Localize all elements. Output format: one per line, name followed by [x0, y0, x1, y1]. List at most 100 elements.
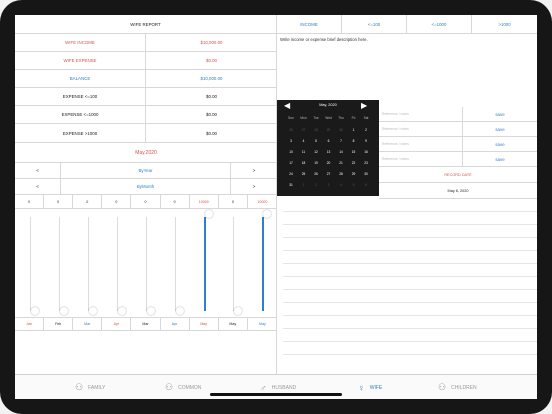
- app-screen: WIFE REPORT WIFE INCOME $10,000.00 WIFE …: [15, 15, 537, 399]
- calendar-day[interactable]: 16: [360, 150, 372, 154]
- prev-month-button[interactable]: <: [15, 179, 61, 195]
- slider-track[interactable]: [233, 217, 235, 311]
- tab-income[interactable]: INCOME: [277, 15, 342, 34]
- calendar-day[interactable]: 29: [323, 128, 335, 132]
- calendar-day[interactable]: 4: [335, 183, 347, 187]
- description-input[interactable]: Write income or expense brief descriptio…: [280, 37, 368, 42]
- save-button-3[interactable]: save: [463, 137, 537, 152]
- calendar-day[interactable]: 13: [323, 150, 335, 154]
- by-year-button[interactable]: ByYear: [61, 163, 231, 179]
- calendar-day[interactable]: 4: [298, 139, 310, 143]
- entry-list-divider: [283, 224, 537, 225]
- slider-thumb[interactable]: [88, 307, 97, 315]
- tab-expense-100[interactable]: <=100: [342, 15, 407, 34]
- calendar-day[interactable]: 29: [348, 172, 360, 176]
- calendar-day[interactable]: 2: [360, 128, 372, 132]
- calendar-day[interactable]: 6: [360, 183, 372, 187]
- calendar-day[interactable]: 27: [323, 172, 335, 176]
- slider-value-label: 0: [15, 195, 45, 209]
- calendar-day[interactable]: 30: [335, 128, 347, 132]
- calendar-day[interactable]: 30: [360, 172, 372, 176]
- calendar-day[interactable]: 27: [298, 128, 310, 132]
- calendar-weekday: Fri: [351, 116, 356, 120]
- notes-field-1[interactable]: Reference / notes: [379, 107, 463, 122]
- slider-thumb[interactable]: [117, 307, 126, 315]
- tab-family[interactable]: ⚇ FAMILY: [75, 375, 106, 399]
- calendar-day[interactable]: 19: [310, 161, 322, 165]
- family-icon: ⚇: [75, 382, 84, 392]
- date-picker[interactable]: ◀ May, 2020 ▶ Sun Mon Tue Wed Thu Fri Sat 26 27 2…: [277, 100, 379, 196]
- tab-children[interactable]: ⚇ CHILDREN: [438, 375, 477, 399]
- tab-expense-over-1000[interactable]: >1000: [472, 15, 537, 34]
- tab-expense-1000[interactable]: <=1000: [407, 15, 472, 34]
- calendar-day[interactable]: 6: [323, 139, 335, 143]
- slider-thumb[interactable]: [147, 307, 155, 315]
- next-month-button[interactable]: >: [231, 179, 277, 195]
- slider-track[interactable]: [29, 217, 31, 311]
- slider-thumb[interactable]: [205, 210, 214, 218]
- calendar-day[interactable]: 3: [285, 139, 297, 143]
- calendar-next-icon[interactable]: ▶: [361, 101, 367, 110]
- calendar-day[interactable]: 7: [335, 139, 347, 143]
- calendar-day[interactable]: 12: [310, 150, 322, 154]
- notes-field-2[interactable]: Reference / notes: [379, 122, 463, 137]
- calendar-day[interactable]: 26: [285, 128, 297, 132]
- slider-thumb[interactable]: [30, 307, 39, 315]
- slider-track[interactable]: [146, 217, 147, 311]
- calendar-day[interactable]: 21: [335, 161, 347, 165]
- slider-month-label: Mar: [131, 317, 161, 331]
- calendar-day[interactable]: 26: [310, 172, 322, 176]
- expense-1000-value: $0.00: [146, 106, 277, 124]
- slider-thumb[interactable]: [234, 307, 243, 315]
- calendar-day[interactable]: 22: [348, 161, 360, 165]
- calendar-day[interactable]: 15: [348, 150, 360, 154]
- calendar-day[interactable]: 10: [285, 150, 297, 154]
- calendar-day[interactable]: 9: [360, 139, 372, 143]
- prev-year-button[interactable]: <: [15, 163, 61, 179]
- next-year-button[interactable]: >: [231, 163, 277, 179]
- calendar-day[interactable]: 20: [323, 161, 335, 165]
- save-button-4[interactable]: save: [463, 152, 537, 167]
- wife-icon: ♀: [358, 382, 365, 393]
- notes-field-3[interactable]: Reference / notes: [379, 137, 463, 152]
- entry-list-divider: [283, 289, 537, 290]
- save-button-1[interactable]: save: [463, 107, 537, 122]
- balance-label: BALANCE: [15, 70, 146, 88]
- calendar-day[interactable]: 1: [348, 128, 360, 132]
- slider-value-label: 0: [218, 195, 248, 209]
- calendar-day[interactable]: 5: [310, 139, 322, 143]
- calendar-day[interactable]: 28: [335, 172, 347, 176]
- calendar-day[interactable]: 2: [310, 183, 322, 187]
- wife-expense-label: WIFE EXPENSE: [15, 52, 146, 70]
- slider-thumb[interactable]: [176, 307, 185, 315]
- slider-thumb[interactable]: [59, 307, 68, 315]
- calendar-day[interactable]: 3: [323, 183, 335, 187]
- calendar-day[interactable]: 31: [285, 183, 297, 187]
- calendar-day[interactable]: 8: [348, 139, 360, 143]
- by-month-button[interactable]: ByMonth: [61, 179, 231, 195]
- record-date-button[interactable]: RECORD DATE: [379, 167, 537, 183]
- calendar-weekday: Wed: [325, 116, 332, 120]
- calendar-day[interactable]: 5: [348, 183, 360, 187]
- entry-list-divider: [283, 328, 537, 329]
- slider-thumb[interactable]: [263, 210, 272, 218]
- calendar-day[interactable]: 25: [298, 172, 310, 176]
- calendar-day[interactable]: 18: [298, 161, 310, 165]
- calendar-day[interactable]: 1: [298, 183, 310, 187]
- calendar-day[interactable]: 24: [285, 172, 297, 176]
- calendar-weekday: Tue: [313, 116, 319, 120]
- calendar-day[interactable]: 11: [298, 150, 310, 154]
- slider-track[interactable]: [58, 217, 60, 311]
- slider-track[interactable]: [175, 217, 177, 311]
- calendar-day[interactable]: 14: [335, 150, 347, 154]
- tab-wife[interactable]: ♀ WIFE: [358, 375, 382, 399]
- calendar-day[interactable]: 17: [285, 161, 297, 165]
- tab-common[interactable]: ⚇ COMMON: [165, 375, 201, 399]
- notes-field-4[interactable]: Reference / notes: [379, 152, 463, 167]
- calendar-day[interactable]: 23: [360, 161, 372, 165]
- slider-value-label: 10000: [247, 195, 277, 209]
- slider-track[interactable]: [87, 217, 89, 311]
- save-button-2[interactable]: save: [463, 122, 537, 137]
- calendar-day[interactable]: 28: [310, 128, 322, 132]
- slider-track[interactable]: [116, 217, 118, 311]
